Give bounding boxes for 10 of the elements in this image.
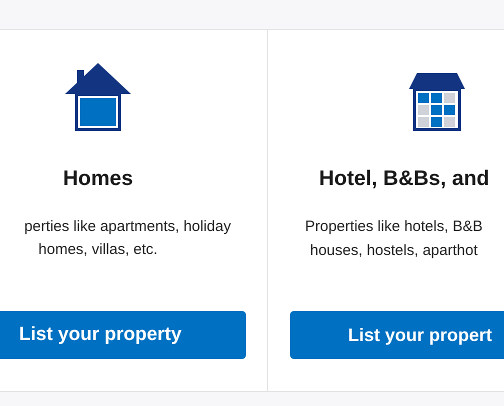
- description-line: houses, hostels, aparthot: [310, 242, 478, 258]
- house-icon: [65, 63, 131, 131]
- category-title: Hotel, B&Bs, and: [319, 167, 490, 190]
- description-line: Properties like hotels, B&B: [305, 218, 483, 234]
- description-line: homes, villas, etc.: [38, 240, 158, 260]
- list-property-button[interactable]: List your propert: [290, 311, 504, 359]
- hotel-icon: [409, 73, 465, 131]
- category-title: Homes: [62, 166, 134, 192]
- description-line: perties like apartments, holiday: [24, 216, 231, 236]
- list-property-button[interactable]: List your property: [0, 311, 246, 359]
